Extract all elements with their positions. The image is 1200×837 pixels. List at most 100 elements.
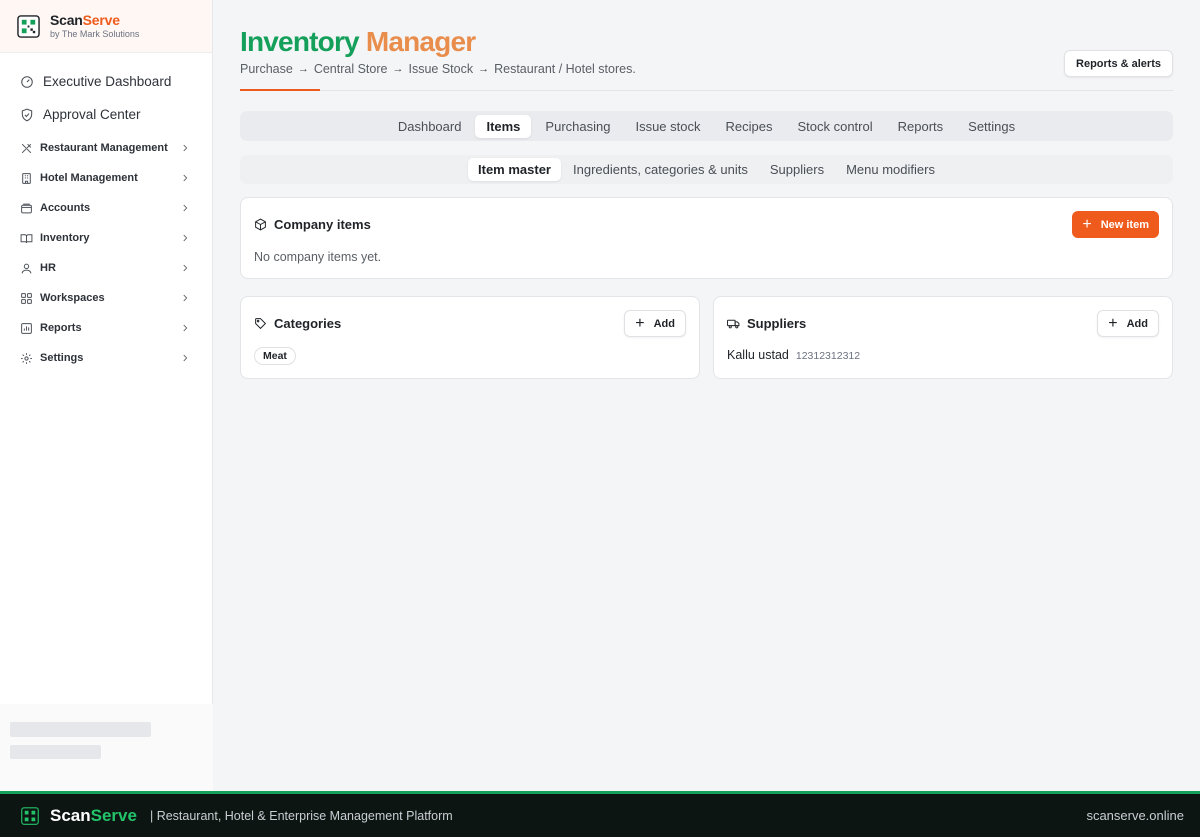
company-items-card: Company items + New item No company item… (240, 197, 1173, 279)
chevron-right-icon (183, 354, 188, 362)
scanserve-logo-icon (17, 14, 40, 38)
tab-reports[interactable]: Reports (887, 115, 955, 138)
tab-items[interactable]: Items (475, 114, 532, 138)
brand-name: ScanServe (50, 12, 120, 28)
page-title: Inventory Manager (240, 26, 476, 57)
utensils-icon (21, 143, 32, 153)
card-header: Suppliers (727, 316, 806, 331)
sidebar-item-reports[interactable]: Reports (0, 313, 212, 343)
skeleton-bar (10, 745, 101, 759)
supplier-row[interactable]: Kallu ustad 12312312312 (727, 348, 860, 362)
tab-settings[interactable]: Settings (957, 115, 1026, 138)
arrow-icon: → (297, 62, 309, 75)
skeleton-bar (10, 722, 151, 737)
building-icon (22, 172, 31, 184)
sidebar-item-hr[interactable]: HR (0, 253, 212, 283)
supplier-name: Kallu ustad (727, 348, 789, 362)
card-header: Categories (254, 316, 341, 331)
card-title: Suppliers (747, 316, 807, 331)
category-chip[interactable]: Meat (254, 347, 296, 365)
add-category-button[interactable]: + Add (624, 310, 686, 337)
gauge-icon (21, 75, 33, 88)
empty-state-text: No company items yet. (254, 250, 382, 264)
chevron-right-icon (183, 204, 188, 212)
plus-icon: + (1108, 314, 1118, 332)
gear-icon (21, 352, 32, 364)
main-tabs: Dashboard Items Purchasing Issue stock R… (240, 111, 1173, 141)
footer-url-link[interactable]: scanserve.online (1086, 808, 1184, 823)
sidebar-item-label: Workspaces (40, 292, 105, 304)
footer: ScanServe | Restaurant, Hotel & Enterpri… (0, 791, 1200, 837)
plus-icon: + (635, 314, 645, 332)
sidebar-item-label: Executive Dashboard (43, 74, 172, 89)
new-item-button[interactable]: + New item (1072, 211, 1159, 238)
chart-icon (21, 322, 32, 334)
tab-recipes[interactable]: Recipes (715, 115, 784, 138)
reports-alerts-button[interactable]: Reports & alerts (1064, 50, 1173, 77)
plus-icon: + (1082, 215, 1092, 233)
wallet-icon (21, 203, 32, 213)
sidebar-item-executive-dashboard[interactable]: Executive Dashboard (0, 65, 212, 98)
subtab-item-master[interactable]: Item master (468, 158, 561, 181)
sub-tabs: Item master Ingredients, categories & un… (240, 155, 1173, 184)
sidebar-item-workspaces[interactable]: Workspaces (0, 283, 212, 313)
sidebar: ScanServe by The Mark Solutions Executiv… (0, 0, 213, 791)
grid-icon (21, 292, 32, 304)
chevron-right-icon (183, 234, 188, 242)
footer-brand: ScanServe (50, 805, 137, 825)
chevron-right-icon (183, 294, 188, 302)
sidebar-item-restaurant-management[interactable]: Restaurant Management (0, 133, 212, 163)
scanserve-logo-icon (21, 806, 39, 825)
button-label: Add (1126, 317, 1148, 330)
sidebar-item-label: Approval Center (43, 107, 141, 122)
footer-tagline: | Restaurant, Hotel & Enterprise Managem… (149, 808, 453, 823)
card-title: Categories (274, 316, 342, 331)
tab-purchasing[interactable]: Purchasing (534, 115, 621, 138)
sidebar-item-label: Accounts (40, 202, 91, 214)
brand-subtitle: by The Mark Solutions (50, 29, 140, 39)
tab-issue-stock[interactable]: Issue stock (624, 115, 711, 138)
subtab-suppliers[interactable]: Suppliers (760, 158, 834, 181)
button-label: New item (1100, 218, 1149, 231)
add-supplier-button[interactable]: + Add (1097, 310, 1159, 337)
chevron-right-icon (183, 144, 188, 152)
subtab-ingredients-categories-units[interactable]: Ingredients, categories & units (563, 158, 758, 181)
brand-header[interactable]: ScanServe by The Mark Solutions (0, 0, 212, 53)
sidebar-item-label: Restaurant Management (40, 142, 168, 154)
subtab-menu-modifiers[interactable]: Menu modifiers (836, 158, 945, 181)
shield-check-icon (21, 108, 33, 121)
package-icon (255, 218, 266, 231)
card-title: Company items (274, 217, 371, 232)
flow-step-issue-stock: Issue Stock (408, 61, 474, 76)
chevron-right-icon (183, 174, 188, 182)
tag-icon (255, 318, 267, 330)
flow-step-central-store: Central Store (313, 61, 388, 76)
arrow-icon: → (478, 62, 490, 75)
sidebar-item-inventory[interactable]: Inventory (0, 223, 212, 253)
tab-stock-control[interactable]: Stock control (786, 115, 883, 138)
truck-icon (727, 319, 740, 329)
supplier-phone: 12312312312 (795, 350, 861, 362)
sidebar-item-approval-center[interactable]: Approval Center (0, 98, 212, 131)
chevron-right-icon (183, 324, 188, 332)
card-header: Company items (254, 217, 371, 232)
sidebar-item-hotel-management[interactable]: Hotel Management (0, 163, 212, 193)
categories-card: Categories + Add Meat (240, 296, 700, 379)
title-underline (240, 88, 320, 91)
sidebar-item-label: Reports (40, 322, 82, 334)
sidebar-item-label: Settings (40, 352, 84, 364)
book-icon (20, 233, 33, 243)
sidebar-item-label: Inventory (40, 232, 90, 244)
sidebar-item-label: HR (40, 262, 56, 274)
sidebar-group-nav: Restaurant Management Hotel Management A… (0, 133, 212, 373)
flow-step-stores: Restaurant / Hotel stores. (494, 61, 636, 76)
sidebar-item-settings[interactable]: Settings (0, 343, 212, 373)
arrow-icon: → (392, 62, 404, 75)
sidebar-item-accounts[interactable]: Accounts (0, 193, 212, 223)
header-divider (320, 90, 1173, 91)
button-label: Add (653, 317, 675, 330)
tab-dashboard[interactable]: Dashboard (387, 115, 473, 138)
workflow-breadcrumb: Purchase → Central Store → Issue Stock →… (240, 62, 1173, 76)
users-icon (21, 263, 32, 273)
chevron-right-icon (183, 264, 188, 272)
